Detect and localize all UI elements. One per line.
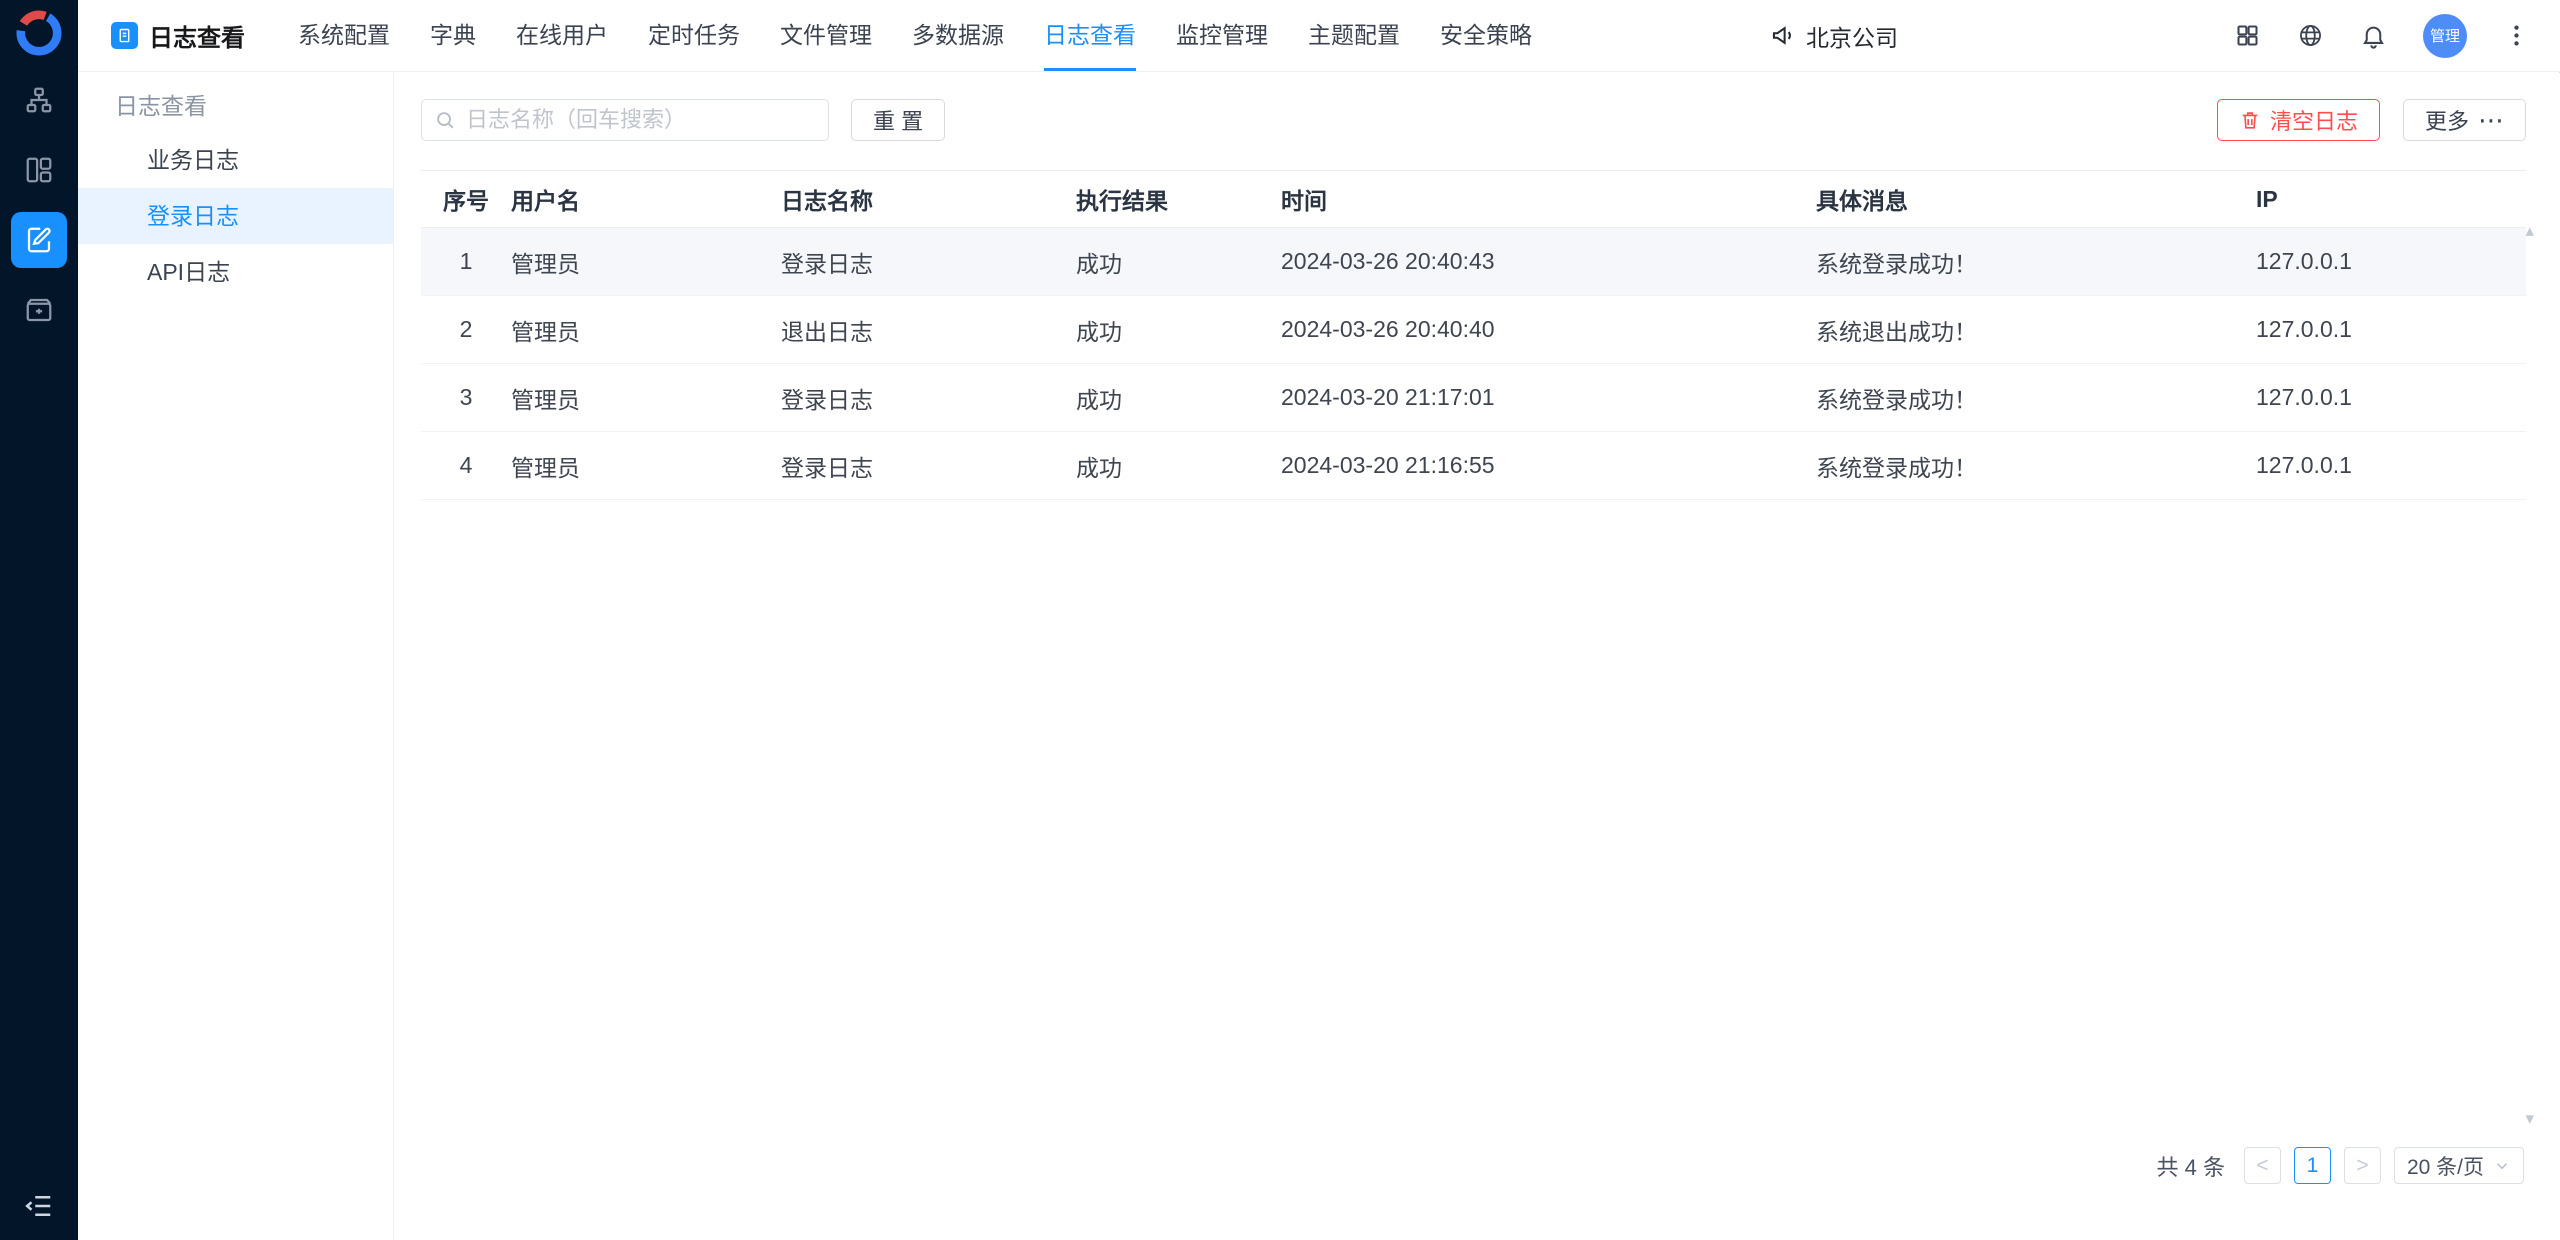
column-header-result: 执行结果 — [1076, 171, 1281, 228]
layout-grid-icon[interactable] — [11, 142, 67, 198]
scrollbar-up-arrow[interactable]: ▴ — [2525, 222, 2534, 239]
company-switcher[interactable]: 北京公司 — [1770, 19, 1898, 53]
sidebar-item-business-log[interactable]: 业务日志 — [78, 132, 393, 188]
nav-item-log-view[interactable]: 日志查看 — [1044, 0, 1136, 71]
table-row[interactable]: 4 管理员 登录日志 成功 2024-03-20 21:16:55 系统登录成功… — [421, 432, 2526, 500]
cell-result: 成功 — [1076, 228, 1281, 296]
chevron-down-icon — [2493, 1157, 2511, 1175]
toolbar: 重 置 清空日志 更多 ⋯ — [421, 99, 2526, 141]
nav-item-system-config[interactable]: 系统配置 — [298, 0, 390, 71]
archive-box-icon[interactable] — [11, 282, 67, 338]
cell-log-name: 退出日志 — [781, 296, 1076, 364]
cell-ip: 127.0.0.1 — [2256, 228, 2526, 296]
cell-time: 2024-03-26 20:40:43 — [1281, 228, 1816, 296]
cell-time: 2024-03-26 20:40:40 — [1281, 296, 1816, 364]
sidebar: 日志查看 业务日志 登录日志 API日志 — [78, 72, 394, 1240]
more-label: 更多 — [2425, 104, 2469, 136]
trash-icon — [2239, 109, 2261, 131]
app-logo[interactable] — [16, 10, 62, 56]
cell-result: 成功 — [1076, 364, 1281, 432]
cell-index: 3 — [421, 364, 511, 432]
cell-log-name: 登录日志 — [781, 432, 1076, 500]
kebab-menu-icon[interactable] — [2503, 22, 2530, 49]
column-header-username: 用户名 — [511, 171, 781, 228]
cell-result: 成功 — [1076, 432, 1281, 500]
cell-message: 系统登录成功！ — [1816, 432, 2256, 500]
prev-page-button[interactable]: < — [2244, 1147, 2281, 1184]
toolbar-actions: 清空日志 更多 ⋯ — [2217, 99, 2526, 141]
company-name: 北京公司 — [1806, 19, 1898, 53]
clear-logs-label: 清空日志 — [2270, 104, 2358, 136]
sidebar-item-api-log[interactable]: API日志 — [78, 244, 393, 300]
table-row[interactable]: 2 管理员 退出日志 成功 2024-03-26 20:40:40 系统退出成功… — [421, 296, 2526, 364]
pagination-total: 共 4 条 — [2157, 1150, 2225, 1182]
cell-log-name: 登录日志 — [781, 364, 1076, 432]
ellipsis-icon: ⋯ — [2478, 114, 2504, 127]
reset-button[interactable]: 重 置 — [851, 99, 945, 141]
cell-username: 管理员 — [511, 296, 781, 364]
top-nav: 系统配置 字典 在线用户 定时任务 文件管理 多数据源 日志查看 监控管理 主题… — [298, 0, 1532, 71]
cell-message: 系统登录成功！ — [1816, 228, 2256, 296]
nav-item-monitoring[interactable]: 监控管理 — [1176, 0, 1268, 71]
nav-item-theme-config[interactable]: 主题配置 — [1308, 0, 1400, 71]
icon-rail — [0, 0, 78, 1240]
cell-index: 1 — [421, 228, 511, 296]
apps-grid-icon[interactable] — [2234, 22, 2261, 49]
nav-item-online-users[interactable]: 在线用户 — [516, 0, 608, 71]
top-header: 日志查看 系统配置 字典 在线用户 定时任务 文件管理 多数据源 日志查看 监控… — [78, 0, 2560, 72]
org-chart-icon[interactable] — [11, 72, 67, 128]
nav-item-scheduled-tasks[interactable]: 定时任务 — [648, 0, 740, 71]
column-header-log-name: 日志名称 — [781, 171, 1076, 228]
scrollbar-down-arrow[interactable]: ▾ — [2525, 1110, 2534, 1127]
cell-index: 2 — [421, 296, 511, 364]
cell-message: 系统登录成功！ — [1816, 364, 2256, 432]
bell-icon[interactable] — [2360, 22, 2387, 49]
avatar[interactable]: 管理 — [2423, 14, 2467, 58]
sidebar-title: 日志查看 — [78, 80, 393, 132]
clear-logs-button[interactable]: 清空日志 — [2217, 99, 2380, 141]
nav-item-security-policy[interactable]: 安全策略 — [1440, 0, 1532, 71]
column-header-ip: IP — [2256, 171, 2526, 228]
main-content: 重 置 清空日志 更多 ⋯ 序号 用户名 日志名称 执行结果 — [394, 73, 2560, 1240]
page-size-select[interactable]: 20 条/页 — [2394, 1147, 2524, 1184]
cell-log-name: 登录日志 — [781, 228, 1076, 296]
log-name-search-input[interactable] — [421, 99, 829, 141]
globe-icon[interactable] — [2297, 22, 2324, 49]
column-header-index: 序号 — [421, 171, 511, 228]
page-size-value: 20 条/页 — [2407, 1151, 2484, 1181]
nav-item-file-management[interactable]: 文件管理 — [780, 0, 872, 71]
next-page-button[interactable]: > — [2344, 1147, 2381, 1184]
cell-index: 4 — [421, 432, 511, 500]
search-icon — [434, 109, 456, 131]
cell-ip: 127.0.0.1 — [2256, 296, 2526, 364]
page-1-button[interactable]: 1 — [2294, 1147, 2331, 1184]
table-header: 序号 用户名 日志名称 执行结果 时间 具体消息 IP — [421, 171, 2526, 228]
column-header-message: 具体消息 — [1816, 171, 2256, 228]
cell-username: 管理员 — [511, 432, 781, 500]
table-row[interactable]: 3 管理员 登录日志 成功 2024-03-20 21:17:01 系统登录成功… — [421, 364, 2526, 432]
more-button[interactable]: 更多 ⋯ — [2403, 99, 2526, 141]
search-box — [421, 99, 829, 141]
nav-item-dictionary[interactable]: 字典 — [430, 0, 476, 71]
cell-username: 管理员 — [511, 228, 781, 296]
cell-ip: 127.0.0.1 — [2256, 432, 2526, 500]
page-badge-icon — [111, 22, 138, 49]
cell-result: 成功 — [1076, 296, 1281, 364]
nav-item-multi-datasource[interactable]: 多数据源 — [912, 0, 1004, 71]
table-row[interactable]: 1 管理员 登录日志 成功 2024-03-26 20:40:43 系统登录成功… — [421, 228, 2526, 296]
cell-ip: 127.0.0.1 — [2256, 364, 2526, 432]
log-edit-icon[interactable] — [11, 212, 67, 268]
sidebar-item-login-log[interactable]: 登录日志 — [78, 188, 393, 244]
cell-time: 2024-03-20 21:17:01 — [1281, 364, 1816, 432]
menu-fold-icon[interactable] — [24, 1191, 54, 1226]
column-header-time: 时间 — [1281, 171, 1816, 228]
pagination: 共 4 条 < 1 > 20 条/页 — [2157, 1147, 2525, 1184]
header-actions: 北京公司 管理 — [1770, 14, 2530, 58]
page-title: 日志查看 — [149, 18, 245, 53]
log-table: 序号 用户名 日志名称 执行结果 时间 具体消息 IP 1 管理员 登录日志 成… — [421, 170, 2526, 500]
cell-message: 系统退出成功！ — [1816, 296, 2256, 364]
announcement-icon — [1770, 22, 1797, 49]
cell-time: 2024-03-20 21:16:55 — [1281, 432, 1816, 500]
cell-username: 管理员 — [511, 364, 781, 432]
